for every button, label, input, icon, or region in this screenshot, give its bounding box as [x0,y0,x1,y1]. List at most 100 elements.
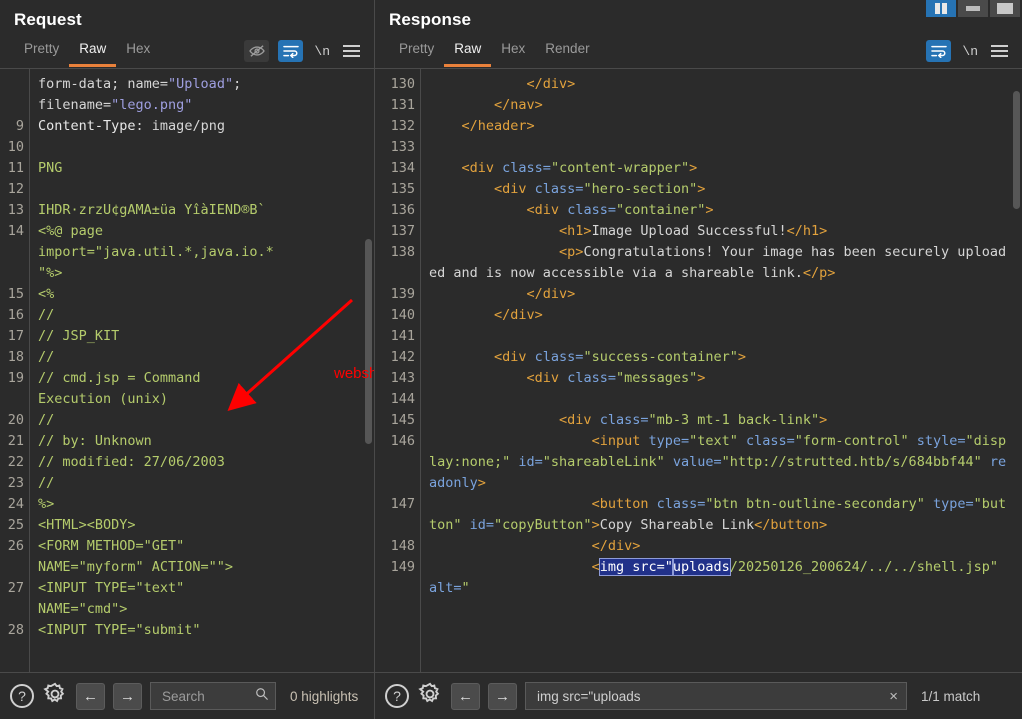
help-icon[interactable]: ? [385,684,409,708]
bottom-bars: ? ← → 0 highlights ? [0,672,1022,719]
code-line: </nav> [429,95,1010,116]
search-next-button[interactable]: → [488,683,517,710]
code-line [38,179,362,200]
code-line: import="java.util.*,java.io.* [38,242,362,263]
search-next-button[interactable]: → [113,683,142,710]
code-line: Execution (unix) [38,389,362,410]
request-editor[interactable]: 91011121314 1516171819 20212223242526 27… [0,68,374,672]
response-vscroll-thumb[interactable] [1013,91,1020,209]
code-line [429,137,1010,158]
response-search-box[interactable]: × [525,682,907,710]
request-code[interactable]: form-data; name="Upload";filename="lego.… [30,69,374,672]
show-newlines-icon[interactable]: \n [312,44,332,59]
line-number [377,578,415,599]
response-menu-icon[interactable] [989,42,1010,60]
code-line: </div> [429,74,1010,95]
request-search-input[interactable] [160,688,249,705]
code-line: <HTML><BODY> [38,515,362,536]
line-number: 148 [377,536,415,557]
line-number: 27 [2,578,24,599]
line-number: 11 [2,158,24,179]
code-line: <INPUT TYPE="submit" [38,620,362,641]
response-pane: Response Pretty Raw Hex Render \n [374,0,1022,672]
request-vscrollbar[interactable] [363,69,374,672]
line-number [2,242,24,263]
tab-response-pretty[interactable]: Pretty [389,35,444,67]
code-line: NAME="myform" ACTION=""> [38,557,362,578]
code-line: <div class="mb-3 mt-1 back-link"> [429,410,1010,431]
tab-request-hex[interactable]: Hex [116,35,160,67]
word-wrap-icon[interactable] [278,40,303,62]
response-editor[interactable]: 130131132133134135136137138 139140141142… [375,68,1022,672]
request-tool-group: \n [244,40,368,62]
request-vscroll-thumb[interactable] [365,239,372,444]
line-number: 21 [2,431,24,452]
tab-response-hex[interactable]: Hex [491,35,535,67]
response-title: Response [375,0,1022,34]
gear-icon[interactable] [417,681,443,712]
tab-response-render[interactable]: Render [535,35,599,67]
line-number: 17 [2,326,24,347]
line-number: 137 [377,221,415,242]
layout-toggle-group [926,0,1020,17]
request-menu-icon[interactable] [341,42,362,60]
line-number: 19 [2,368,24,389]
layout-stacked-button[interactable] [958,0,988,17]
line-number: 18 [2,347,24,368]
line-number: 132 [377,116,415,137]
code-line: </div> [429,305,1010,326]
layout-tabbed-button[interactable] [990,0,1020,17]
request-search-box[interactable] [150,682,276,710]
line-number: 143 [377,368,415,389]
tab-request-raw[interactable]: Raw [69,35,116,67]
line-number: 131 [377,95,415,116]
tab-request-pretty[interactable]: Pretty [14,35,69,67]
line-number: 136 [377,200,415,221]
line-number: 141 [377,326,415,347]
code-line: // [38,347,362,368]
code-line: <h1>Image Upload Successful!</h1> [429,221,1010,242]
burp-repeater-window: Request Pretty Raw Hex [0,0,1022,719]
search-prev-button[interactable]: ← [76,683,105,710]
line-number [377,473,415,494]
line-number: 145 [377,410,415,431]
line-number [2,557,24,578]
line-number: 26 [2,536,24,557]
request-pane: Request Pretty Raw Hex [0,0,374,672]
word-wrap-icon[interactable] [926,40,951,62]
help-icon[interactable]: ? [10,684,34,708]
code-line: <FORM METHOD="GET" [38,536,362,557]
code-line: <div class="content-wrapper"> [429,158,1010,179]
gear-icon[interactable] [42,681,68,712]
line-number: 28 [2,620,24,641]
clear-search-icon[interactable]: × [887,689,900,704]
code-line: <div class="messages"> [429,368,1010,389]
line-number [377,263,415,284]
response-match-count: 1/1 match [915,689,980,704]
request-highlight-count: 0 highlights [284,689,358,704]
request-search-bar: ? ← → 0 highlights [0,672,374,719]
show-newlines-icon[interactable]: \n [960,44,980,59]
line-number: 135 [377,179,415,200]
code-line: form-data; name="Upload"; [38,74,362,95]
line-number [2,95,24,116]
layout-side-by-side-button[interactable] [926,0,956,17]
response-vscrollbar[interactable] [1011,69,1022,672]
code-line: filename="lego.png" [38,95,362,116]
line-number [2,599,24,620]
code-line: PNG [38,158,362,179]
code-line: IHDR·zrzU¢gAMA±üa YîàIEND®B` [38,200,362,221]
tab-response-raw[interactable]: Raw [444,35,491,67]
hide-whitespace-icon[interactable] [244,40,269,62]
code-line: // JSP_KIT [38,326,362,347]
response-search-bar: ? ← → × 1/1 match [374,672,1022,719]
code-line: // cmd.jsp = Command [38,368,362,389]
line-number: 133 [377,137,415,158]
line-number: 146 [377,431,415,452]
code-line: // by: Unknown [38,431,362,452]
search-prev-button[interactable]: ← [451,683,480,710]
response-code[interactable]: </div> </nav> </header> <div class="cont… [421,69,1022,672]
line-number: 24 [2,494,24,515]
line-number: 130 [377,74,415,95]
response-search-input[interactable] [535,688,881,705]
